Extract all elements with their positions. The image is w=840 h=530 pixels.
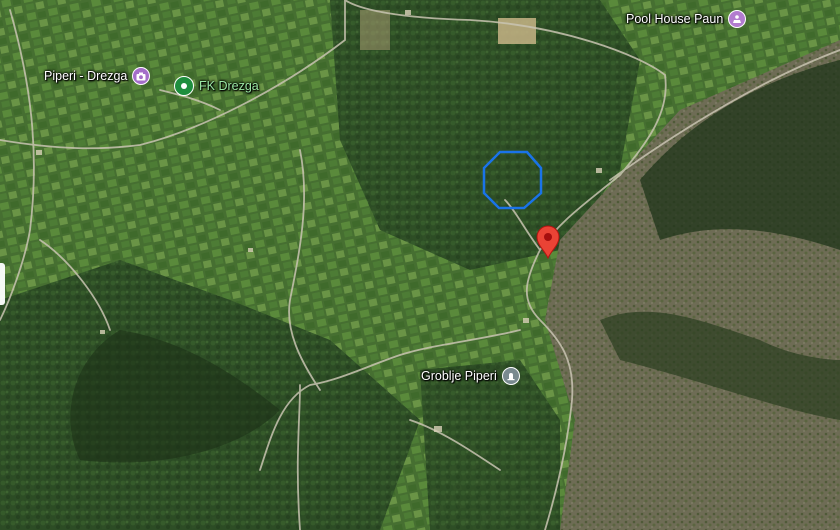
- side-panel-handle[interactable]: [0, 263, 5, 305]
- place-pin-icon: [174, 76, 194, 96]
- poi-label: Piperi - Drezga: [44, 69, 128, 83]
- clearing: [360, 10, 390, 50]
- building: [100, 330, 105, 334]
- building: [248, 248, 253, 252]
- poi-label: Pool House Paun: [626, 12, 724, 26]
- poi-piperi-drezga[interactable]: Piperi - Drezga: [44, 67, 151, 85]
- poi-label: Groblje Piperi: [421, 369, 497, 383]
- poi-label: FK Drezga: [199, 79, 259, 93]
- building: [405, 10, 411, 15]
- poi-pool-house-paun[interactable]: Pool House Paun: [626, 10, 747, 28]
- poi-fk-drezga[interactable]: FK Drezga: [174, 76, 259, 96]
- building: [36, 150, 42, 155]
- building: [596, 168, 602, 173]
- camera-icon: [132, 67, 151, 85]
- cemetery-icon: [501, 367, 520, 385]
- building: [523, 318, 529, 323]
- hotel-icon: [728, 10, 747, 28]
- building: [434, 426, 442, 432]
- clearing: [498, 18, 536, 44]
- poi-groblje-piperi[interactable]: Groblje Piperi: [421, 367, 520, 385]
